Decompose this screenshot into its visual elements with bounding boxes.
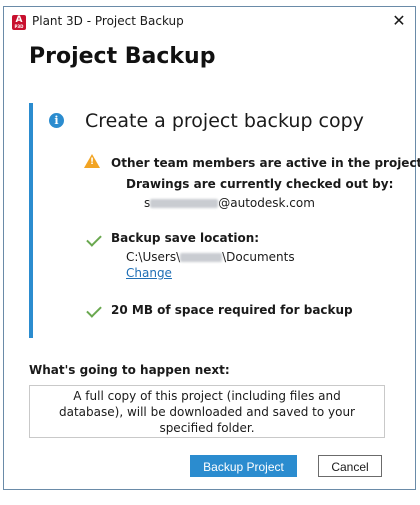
page-title: Project Backup (29, 44, 216, 69)
next-steps-label: What's going to happen next: (29, 363, 230, 377)
close-icon: ✕ (392, 11, 406, 30)
next-line-3: specified folder. (159, 421, 255, 435)
info-panel: i Create a project backup copy ! Other t… (29, 103, 420, 338)
app-icon-sub: P3D (14, 24, 24, 29)
panel-title: Create a project backup copy (85, 110, 364, 132)
next-line-2: database), will be downloaded and saved … (59, 405, 355, 419)
backup-path: C:\Users\ \Documents (126, 250, 295, 264)
check-icon (86, 231, 102, 247)
redacted-name (150, 199, 219, 208)
backup-location-label: Backup save location: (111, 231, 260, 245)
next-line-1: A full copy of this project (including f… (73, 389, 341, 403)
warning-icon: ! (84, 154, 100, 168)
checked-out-user: s @autodesk.com (144, 196, 315, 210)
change-location-link[interactable]: Change (126, 266, 172, 280)
backup-project-button[interactable]: Backup Project (190, 455, 297, 477)
user-suffix: @autodesk.com (218, 196, 315, 210)
check-icon (86, 302, 102, 318)
space-required-text: 20 MB of space required for backup (111, 303, 353, 317)
cancel-button[interactable]: Cancel (318, 455, 382, 477)
autodesk-app-icon: A P3D (12, 15, 26, 30)
path-suffix: \Documents (222, 250, 295, 264)
close-button[interactable]: ✕ (391, 12, 407, 30)
checked-out-label: Drawings are currently checked out by: (126, 177, 394, 191)
warning-title: Other team members are active in the pro… (111, 156, 420, 170)
title-bar: A P3D Plant 3D - Project Backup ✕ (4, 7, 415, 37)
info-icon: i (49, 113, 64, 128)
redacted-username (180, 253, 223, 262)
window-title: Plant 3D - Project Backup (32, 14, 184, 28)
path-prefix: C:\Users\ (126, 250, 181, 264)
next-steps-box: A full copy of this project (including f… (29, 385, 385, 438)
